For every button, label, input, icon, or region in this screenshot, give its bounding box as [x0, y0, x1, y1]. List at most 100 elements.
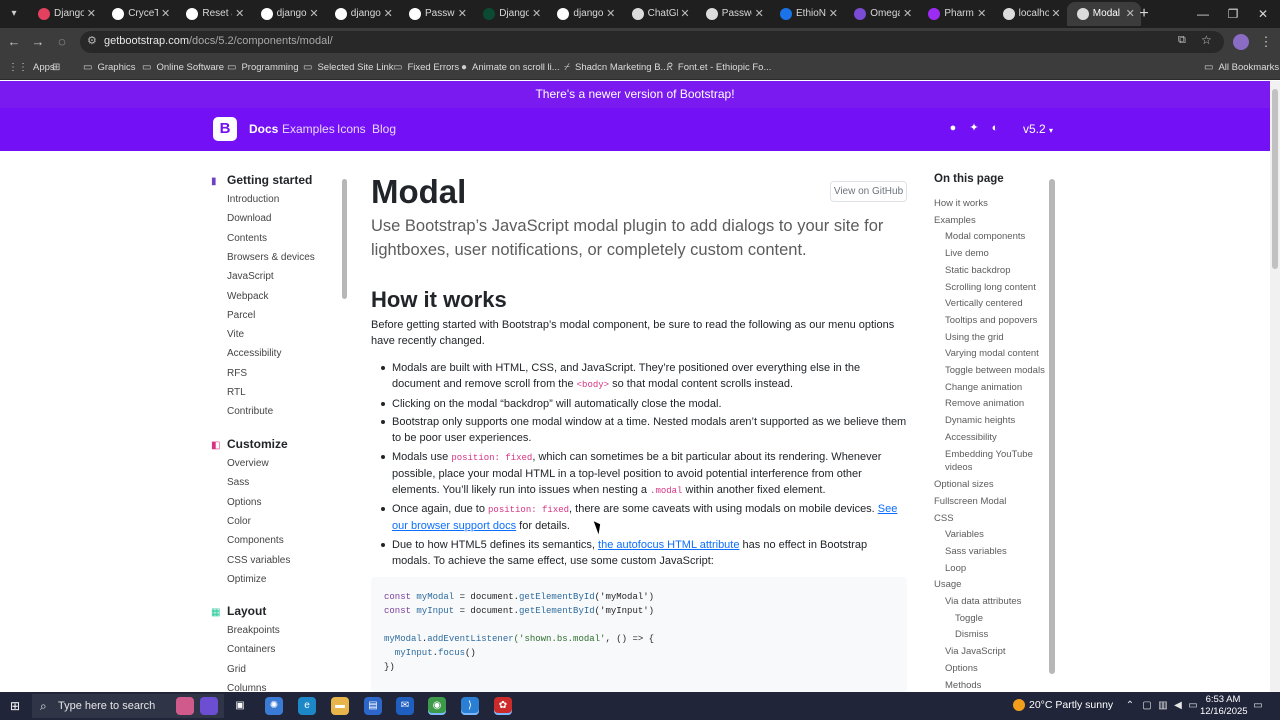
sidebar-item[interactable]: RTL: [227, 387, 246, 398]
store-icon[interactable]: ▤: [364, 697, 382, 715]
restore-icon[interactable]: ❐: [1221, 4, 1245, 24]
browser-tab[interactable]: Omega ✕: [844, 2, 918, 26]
twitter-icon[interactable]: ✦: [967, 121, 981, 135]
tab-close-icon[interactable]: ✕: [384, 7, 393, 21]
bookmark-item[interactable]: ⋮⋮ Apps: [8, 61, 55, 75]
tab-close-icon[interactable]: ✕: [309, 7, 318, 21]
minimize-icon[interactable]: —: [1191, 4, 1215, 24]
toc-item[interactable]: Static backdrop: [945, 264, 1045, 277]
nav-blog[interactable]: Blog: [372, 122, 396, 136]
toc-item[interactable]: Remove animation: [945, 397, 1045, 410]
sidebar-item[interactable]: Options: [227, 497, 261, 508]
back-icon[interactable]: ←: [4, 32, 24, 52]
toc-item[interactable]: Toggle between modals: [945, 364, 1045, 377]
toc-item[interactable]: Toggle: [955, 612, 1045, 625]
tab-close-icon[interactable]: ✕: [606, 7, 615, 21]
page-scroll-thumb[interactable]: [1272, 89, 1278, 269]
tab-close-icon[interactable]: ✕: [532, 7, 541, 21]
browser-tab[interactable]: ChatGP✕: [622, 2, 696, 26]
address-bar[interactable]: ⚙ getbootstrap.com/docs/5.2/components/m…: [80, 31, 1224, 53]
tab-close-icon[interactable]: ✕: [161, 7, 170, 21]
chrome-icon[interactable]: ◉: [428, 697, 446, 715]
autofocus-link[interactable]: the autofocus HTML attribute: [598, 539, 739, 551]
browser-tab[interactable]: CryceTr✕: [102, 2, 176, 26]
nav-docs[interactable]: Docs: [249, 122, 278, 136]
bookmark-item[interactable]: ᖇ Font.et - Ethiopic Fo...: [667, 61, 771, 75]
toc-item[interactable]: Change animation: [945, 381, 1045, 394]
tray-ram-icon[interactable]: ▥: [1156, 699, 1170, 713]
browser-tab[interactable]: Passwo✕: [399, 2, 473, 26]
bookmark-star-icon[interactable]: ☆: [1201, 33, 1212, 47]
bookmark-item[interactable]: ▭ Graphics: [83, 61, 135, 75]
browser-tab[interactable]: django ✕: [547, 2, 621, 26]
toc-item[interactable]: Optional sizes: [934, 478, 1045, 491]
tab-close-icon[interactable]: ✕: [755, 7, 764, 21]
profile-avatar[interactable]: [1233, 34, 1249, 50]
toc-item[interactable]: Usage: [934, 578, 1045, 591]
code-snippet[interactable]: const myModal = document.getElementById(…: [371, 577, 907, 692]
bookmark-item[interactable]: ▭ Programming: [227, 61, 298, 75]
browser-tab[interactable]: Django ✕: [28, 2, 102, 26]
bookmark-item[interactable]: ⌿ Shadcn Marketing B...: [564, 61, 668, 75]
toc-item[interactable]: Modal components: [945, 230, 1045, 243]
sidebar-scrollbar[interactable]: [342, 171, 348, 692]
github-icon[interactable]: ●: [946, 121, 960, 135]
install-app-icon[interactable]: ⧉: [1178, 34, 1186, 47]
bookmark-item[interactable]: ▭ Online Software: [142, 61, 224, 75]
toc-item[interactable]: Via data attributes: [945, 595, 1045, 608]
sidebar-item[interactable]: Breakpoints: [227, 625, 280, 636]
network-icon[interactable]: ▭: [1186, 699, 1200, 713]
loading-spinner-icon[interactable]: ◌: [52, 32, 72, 52]
browser-tab[interactable]: localho ✕: [993, 2, 1067, 26]
task-view-icon[interactable]: ▣: [231, 697, 249, 715]
sidebar-item[interactable]: Accessibility: [227, 348, 281, 359]
tab-close-icon[interactable]: ✕: [680, 7, 689, 21]
bookmark-item[interactable]: ● Animate on scroll li...: [461, 61, 560, 75]
browser-tab[interactable]: django ✕: [251, 2, 325, 26]
sidebar-item[interactable]: Download: [227, 213, 271, 224]
toc-item[interactable]: Via JavaScript: [945, 645, 1045, 658]
forward-icon[interactable]: →: [28, 32, 48, 52]
browser-tab[interactable]: EthioNe✕: [770, 2, 844, 26]
clock[interactable]: 6:53 AM 12/16/2025: [1200, 694, 1248, 718]
toc-item[interactable]: Vertically centered: [945, 297, 1045, 310]
sidebar-item[interactable]: Containers: [227, 644, 275, 655]
edge-icon[interactable]: e: [298, 697, 316, 715]
sidebar-item[interactable]: Webpack: [227, 291, 269, 302]
search-highlight-icon-2[interactable]: [200, 697, 218, 715]
windows-start-icon[interactable]: ⊞: [8, 699, 22, 713]
toc-scrollbar[interactable]: [1049, 171, 1056, 692]
sidebar-item[interactable]: RFS: [227, 368, 247, 379]
bootstrap-logo[interactable]: B: [213, 117, 237, 141]
tray-app-icon[interactable]: ▢: [1140, 699, 1154, 713]
toc-item[interactable]: Variables: [945, 528, 1045, 541]
tab-close-icon[interactable]: ✕: [903, 7, 912, 21]
browser-tab[interactable]: Reset a✕: [176, 2, 250, 26]
sidebar-item[interactable]: JavaScript: [227, 271, 274, 282]
tray-chevron-up-icon[interactable]: ⌃: [1123, 699, 1137, 713]
browser-tab[interactable]: Pharma✕: [918, 2, 992, 26]
toc-item[interactable]: CSS: [934, 512, 1045, 525]
tab-close-icon[interactable]: ✕: [235, 7, 244, 21]
sidebar-item[interactable]: Overview: [227, 458, 269, 469]
toc-item[interactable]: Tooltips and popovers: [945, 314, 1045, 327]
tab-close-icon[interactable]: ✕: [977, 7, 986, 21]
version-banner[interactable]: There's a newer version of Bootstrap!: [0, 81, 1270, 108]
search-highlight-icon[interactable]: [176, 697, 194, 715]
close-window-icon[interactable]: ✕: [1251, 4, 1275, 24]
view-on-github-button[interactable]: View on GitHub: [830, 181, 907, 202]
sidebar-item[interactable]: Introduction: [227, 194, 279, 205]
notification-icon[interactable]: ▭: [1251, 699, 1265, 713]
toc-item[interactable]: Dismiss: [955, 628, 1045, 641]
toc-item[interactable]: Fullscreen Modal: [934, 495, 1045, 508]
toc-item[interactable]: Sass variables: [945, 545, 1045, 558]
bookmark-item[interactable]: ▭ Fixed Errors: [393, 61, 459, 75]
browser-tab[interactable]: Modal ✕: [1066, 2, 1141, 26]
toc-item[interactable]: Varying modal content: [945, 347, 1045, 360]
toc-item[interactable]: Methods: [945, 679, 1045, 692]
weather-widget[interactable]: 20°C Partly sunny: [1013, 699, 1113, 712]
toc-item[interactable]: Live demo: [945, 247, 1045, 260]
taskbar-search[interactable]: ⌕ Type here to search: [32, 694, 224, 718]
browser-tab[interactable]: Django ✕: [473, 2, 547, 26]
new-tab-plus-icon[interactable]: +: [1134, 4, 1154, 24]
